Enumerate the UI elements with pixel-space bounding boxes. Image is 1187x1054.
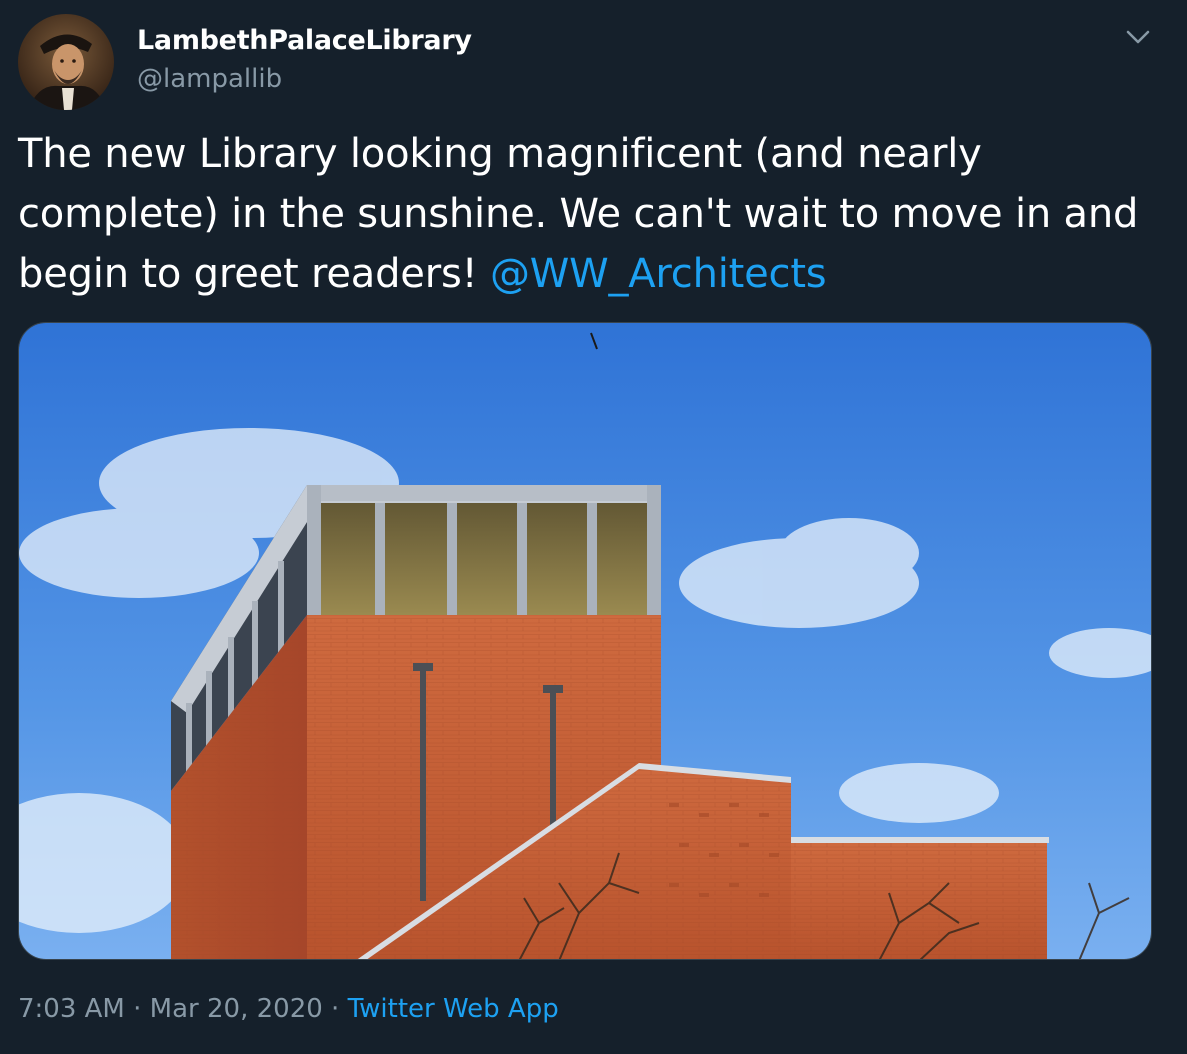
tweet-photo[interactable]: [18, 322, 1152, 960]
tweet-date[interactable]: Mar 20, 2020: [150, 994, 323, 1024]
chevron-down-icon[interactable]: [1118, 20, 1158, 54]
meta-separator: ·: [124, 994, 150, 1024]
library-building-photo: [19, 323, 1151, 959]
avatar[interactable]: [18, 14, 114, 110]
tweet: LambethPalaceLibrary @lampallib The new …: [0, 0, 1187, 1054]
display-name[interactable]: LambethPalaceLibrary: [137, 25, 472, 56]
meta-separator: ·: [322, 994, 348, 1024]
mention-link[interactable]: @WW_Architects: [490, 251, 827, 297]
tweet-source-link[interactable]: Twitter Web App: [348, 994, 559, 1024]
tweet-meta: 7:03 AM · Mar 20, 2020 · Twitter Web App: [18, 994, 559, 1024]
user-handle[interactable]: @lampallib: [137, 64, 282, 94]
tweet-time[interactable]: 7:03 AM: [18, 994, 125, 1024]
tweet-text: The new Library looking magnificent (and…: [18, 124, 1168, 304]
avatar-portrait: [18, 14, 114, 110]
